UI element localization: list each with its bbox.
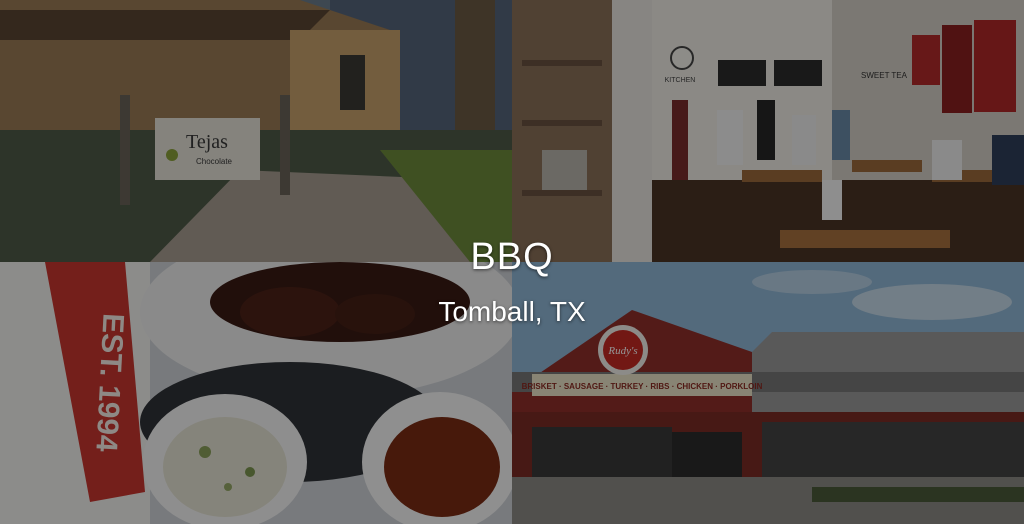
tejas-sign-subtext: Chocolate <box>196 157 233 166</box>
interior-photo: KITCHEN SWEET TEA <box>512 0 1024 262</box>
caption-location: Tomball, TX <box>438 296 586 327</box>
menu-banner-text: BRISKET · SAUSAGE · TURKEY · RIBS · CHIC… <box>522 382 763 391</box>
sweet-tea-sign: SWEET TEA <box>861 71 908 80</box>
storefront-photo: Tejas Chocolate <box>0 0 512 262</box>
tejas-sign-text: Tejas <box>186 131 228 153</box>
rudys-logo-text: Rudy's <box>607 345 637 357</box>
caption-title: BBQ <box>470 236 554 278</box>
kitchen-sign: KITCHEN <box>665 77 696 84</box>
